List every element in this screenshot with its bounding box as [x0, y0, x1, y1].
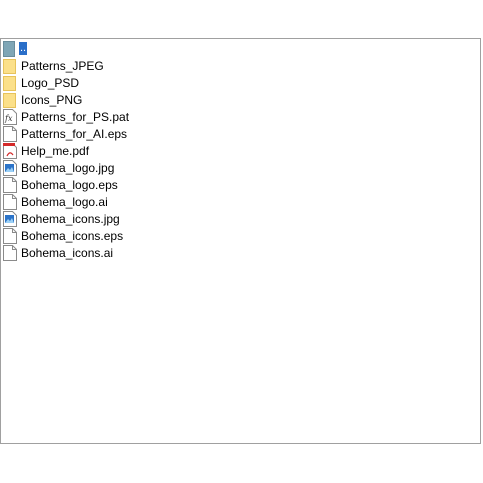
list-item-file[interactable]: Bohema_icons.ai: [3, 244, 129, 261]
list-item-parent[interactable]: ..: [3, 40, 129, 57]
list-item-label: Bohema_icons.ai: [21, 245, 114, 260]
list-item-label: Icons_PNG: [21, 92, 83, 107]
image-file-icon: [3, 159, 17, 176]
list-item-label: ..: [19, 42, 28, 55]
blank-file-icon: [3, 227, 17, 244]
list-item-folder[interactable]: Icons_PNG: [3, 91, 129, 108]
fx-file-icon: fx: [3, 108, 17, 125]
list-item-label: Bohema_logo.eps: [21, 177, 118, 192]
list-item-file[interactable]: Bohema_logo.ai: [3, 193, 129, 210]
list-item-label: Bohema_icons.eps: [21, 228, 124, 243]
list-item-label: Patterns_for_AI.eps: [21, 126, 128, 141]
list-item-label: Help_me.pdf: [21, 143, 90, 158]
folder-icon: [3, 92, 17, 108]
pdf-file-icon: [3, 142, 17, 159]
folder-icon: [3, 75, 17, 91]
list-item-file[interactable]: Bohema_logo.eps: [3, 176, 129, 193]
list-item-file[interactable]: Bohema_logo.jpg: [3, 159, 129, 176]
blank-file-icon: [3, 244, 17, 261]
list-item-label: Patterns_JPEG: [21, 58, 104, 73]
list-item-label: Bohema_logo.ai: [21, 194, 108, 209]
list-item-file[interactable]: Patterns_for_AI.eps: [3, 125, 129, 142]
list-item-label: Bohema_logo.jpg: [21, 160, 115, 175]
file-list: .. Patterns_JPEG Logo_PSD Icons_PNG fx P…: [3, 40, 129, 261]
folder-icon: [3, 58, 17, 74]
svg-text:fx: fx: [4, 114, 13, 123]
blank-file-icon: [3, 176, 17, 193]
list-item-label: Logo_PSD: [21, 75, 80, 90]
list-item-folder[interactable]: Logo_PSD: [3, 74, 129, 91]
list-item-file[interactable]: fx Patterns_for_PS.pat: [3, 108, 129, 125]
file-list-panel: .. Patterns_JPEG Logo_PSD Icons_PNG fx P…: [0, 38, 481, 444]
blank-file-icon: [3, 193, 17, 210]
parent-folder-icon: [3, 40, 19, 57]
list-item-file[interactable]: Help_me.pdf: [3, 142, 129, 159]
image-file-icon: [3, 210, 17, 227]
list-item-file[interactable]: Bohema_icons.jpg: [3, 210, 129, 227]
list-item-label: Bohema_icons.jpg: [21, 211, 120, 226]
list-item-label: Patterns_for_PS.pat: [21, 109, 130, 124]
blank-file-icon: [3, 125, 17, 142]
list-item-folder[interactable]: Patterns_JPEG: [3, 57, 129, 74]
list-item-file[interactable]: Bohema_icons.eps: [3, 227, 129, 244]
